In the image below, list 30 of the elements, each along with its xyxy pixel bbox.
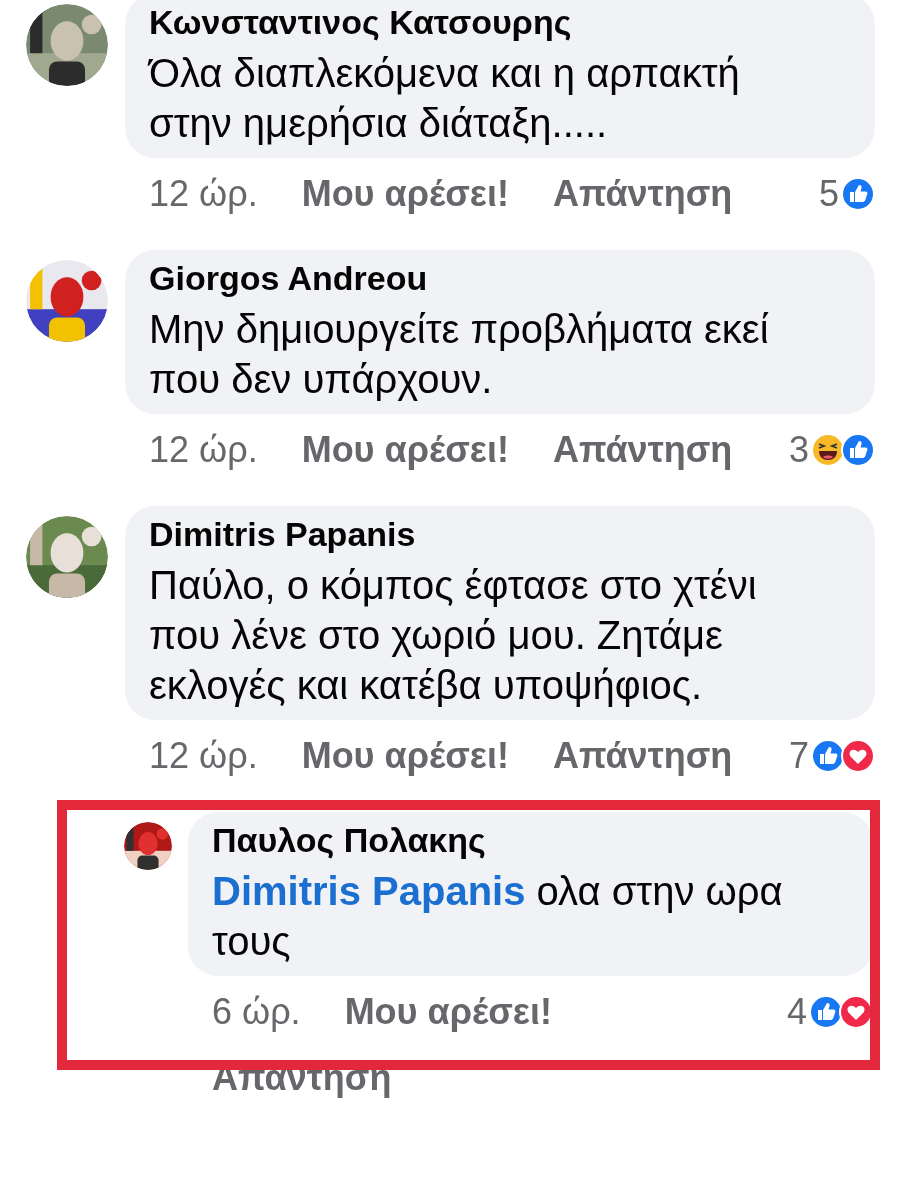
comment-text: Παύλο, ο κόμπος έφτασε στο χτένι που λένε στο χωριό μου. Ζητάμε εκλογές και κατέβα υποψήφιος. [149, 562, 758, 709]
reaction-count: 5 [818, 174, 839, 214]
author-name[interactable]: Παυλος Πολακης [212, 820, 486, 860]
reply-link[interactable]: Απάντηση [552, 430, 733, 470]
thumbs-up-icon [809, 995, 843, 1029]
reply-link[interactable]: Απάντηση [212, 1058, 392, 1098]
comment-text: Μην δημιουργείτε προβλήματα εκεί που δεν υπάρχουν. [149, 306, 770, 403]
timestamp: 12 ώρ. [149, 430, 258, 470]
author-name[interactable]: Κωνσταντινος Κατσουρης [149, 2, 572, 42]
thumbs-up-icon [811, 739, 845, 773]
reaction-count: 7 [788, 736, 809, 776]
like-link[interactable]: Μου αρέσει! [301, 174, 509, 214]
timestamp: 6 ώρ. [212, 992, 301, 1032]
reply-link[interactable]: Απάντηση [552, 174, 733, 214]
mention-link[interactable]: Dimitris Papanis [212, 869, 526, 913]
reaction-count: 4 [786, 992, 807, 1032]
reply-link[interactable]: Απάντηση [552, 736, 733, 776]
comment-text: Όλα διαπλεκόμενα και η αρπακτή στην ημερήσια διάταξη..... [149, 50, 741, 147]
like-link[interactable]: Μου αρέσει! [344, 992, 552, 1032]
timestamp: 12 ώρ. [149, 174, 258, 214]
laughing-face-icon [811, 433, 845, 467]
thumbs-up-icon [841, 433, 875, 467]
like-link[interactable]: Μου αρέσει! [301, 736, 509, 776]
author-name[interactable]: Giorgos Andreou [149, 258, 428, 298]
like-link[interactable]: Μου αρέσει! [301, 430, 509, 470]
thumbs-up-icon [841, 177, 875, 211]
comment-text: Dimitris Papanis ολα στην ωρα τους [212, 868, 784, 965]
reaction-count: 3 [788, 430, 809, 470]
timestamp: 12 ώρ. [149, 736, 258, 776]
author-name[interactable]: Dimitris Papanis [149, 514, 416, 554]
